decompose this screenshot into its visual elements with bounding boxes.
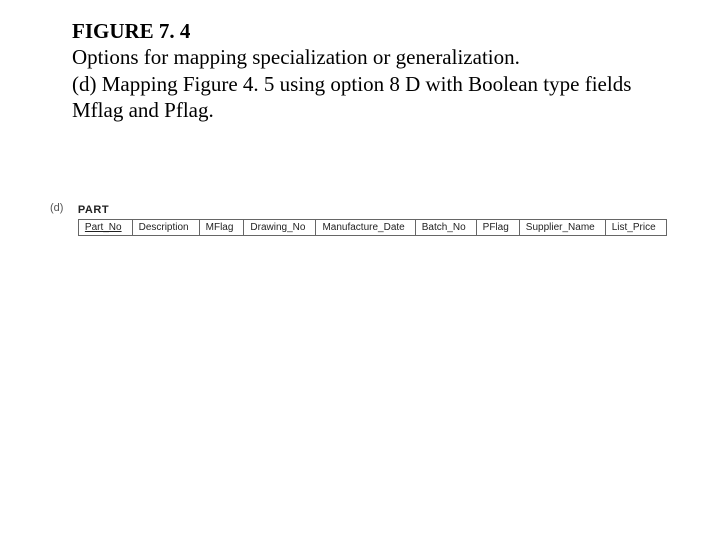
- column-header: Drawing_No: [244, 220, 316, 236]
- schema-diagram: (d) PART Part_No Description MFlag Drawi…: [50, 200, 680, 236]
- relation-name: PART: [78, 204, 109, 216]
- column-header: Supplier_Name: [519, 220, 605, 236]
- column-header: Description: [132, 220, 199, 236]
- column-header: Manufacture_Date: [316, 220, 415, 236]
- caption-line-2: (d) Mapping Figure 4. 5 using option 8 D…: [72, 72, 631, 122]
- column-header: MFlag: [199, 220, 244, 236]
- column-header: List_Price: [605, 220, 666, 236]
- column-header: Batch_No: [415, 220, 476, 236]
- caption-line-1: Options for mapping specialization or ge…: [72, 45, 520, 69]
- figure-caption: FIGURE 7. 4 Options for mapping speciali…: [72, 18, 662, 123]
- relation-schema-table: Part_No Description MFlag Drawing_No Man…: [78, 219, 667, 236]
- column-header: Part_No: [78, 220, 132, 236]
- figure-number: FIGURE 7. 4: [72, 19, 190, 43]
- subfigure-label: (d): [50, 202, 63, 214]
- column-header: PFlag: [476, 220, 519, 236]
